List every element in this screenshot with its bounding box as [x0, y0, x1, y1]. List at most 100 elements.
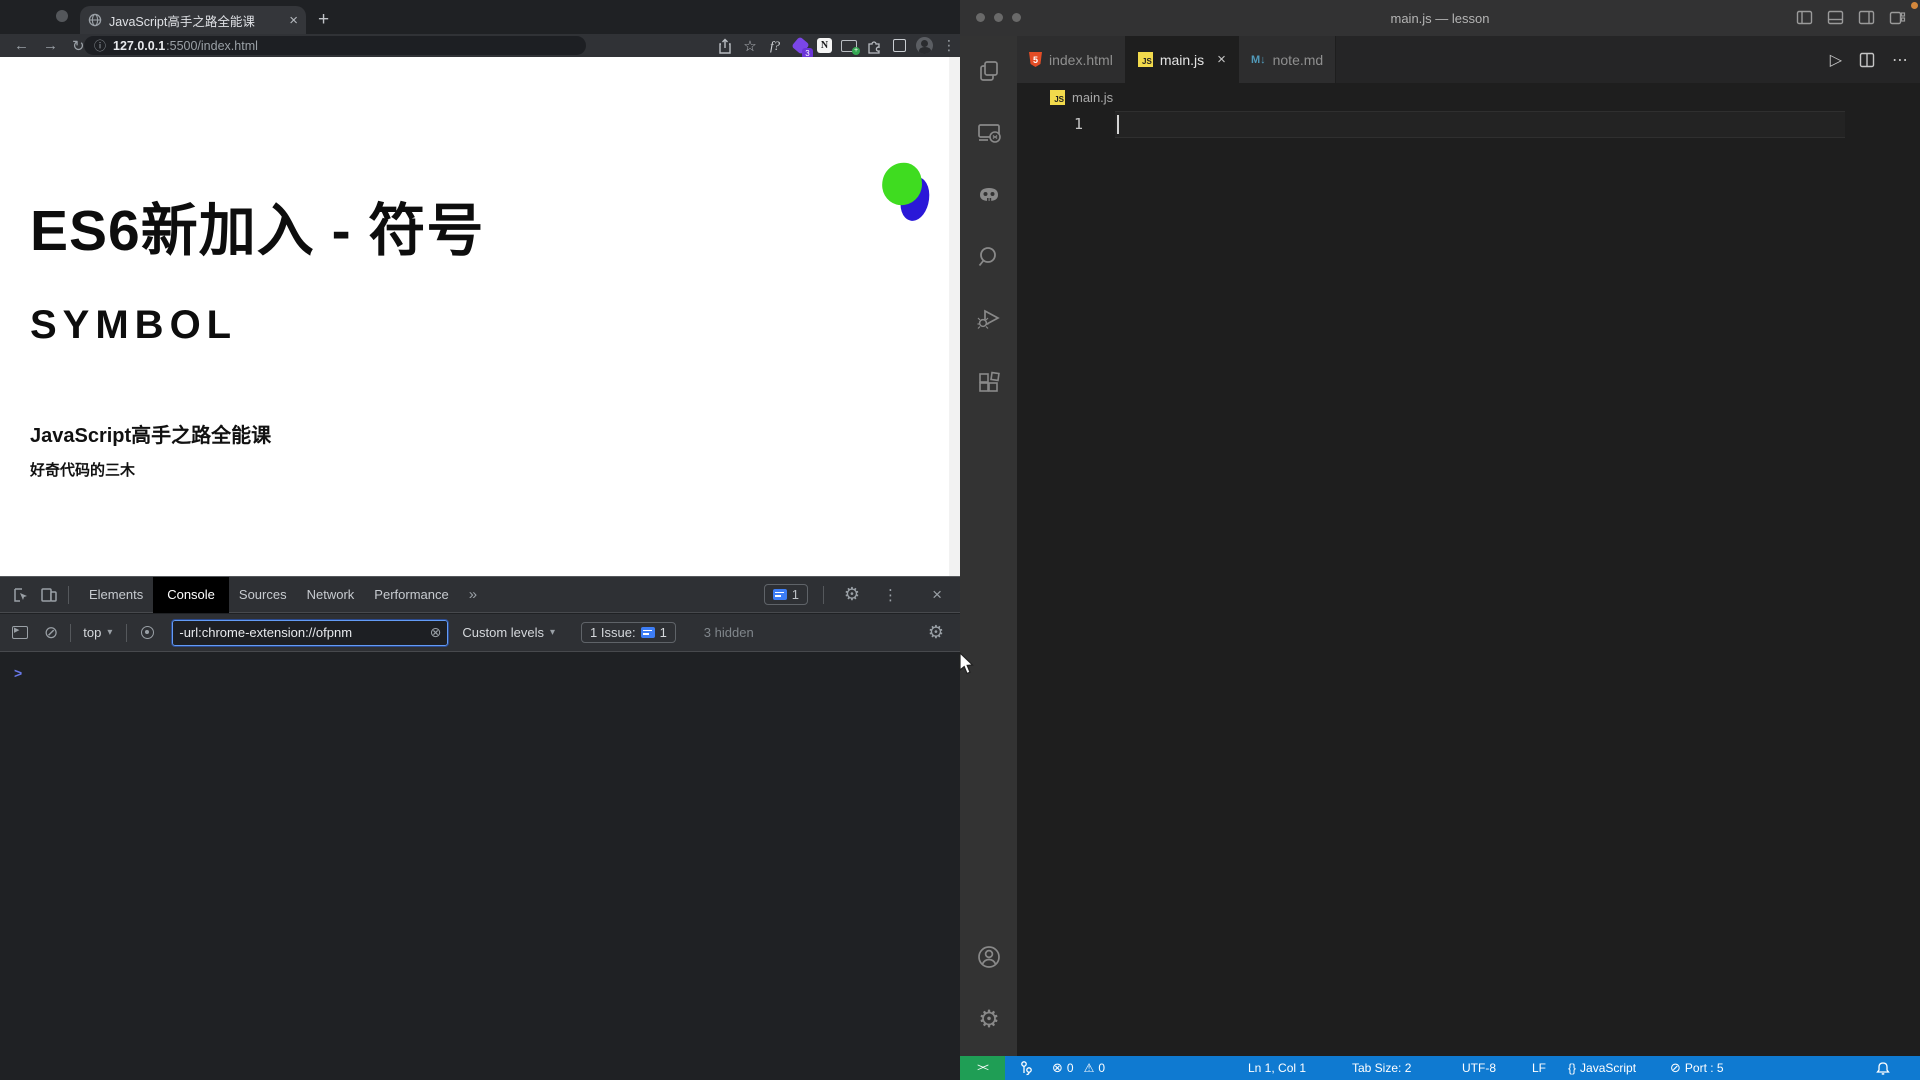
- remote-explorer-icon[interactable]: [976, 120, 1002, 146]
- share-icon[interactable]: [717, 38, 733, 54]
- divider: [126, 623, 128, 642]
- console-sidebar-icon[interactable]: [12, 626, 28, 639]
- log-levels-selector[interactable]: Custom levels ▾: [462, 625, 555, 640]
- console-filter-input[interactable]: -url:chrome-extension://ofpnm ⊗: [171, 618, 450, 647]
- reload-icon[interactable]: ↻: [72, 37, 85, 55]
- devtools-menu-kebab-icon[interactable]: ⋮: [883, 586, 898, 604]
- split-editor-icon[interactable]: [1859, 52, 1875, 68]
- explorer-icon[interactable]: [976, 58, 1002, 84]
- address-bar[interactable]: ⓘ 127.0.0.1 :5500/index.html: [84, 36, 586, 55]
- browser-tab[interactable]: JavaScript高手之路全能课 ×: [80, 6, 306, 34]
- tab-main-js[interactable]: JS main.js ×: [1125, 36, 1239, 83]
- extension-capture-icon[interactable]: +: [841, 38, 860, 55]
- issue-chip[interactable]: 1 Issue: 1: [581, 622, 676, 643]
- browser-tab-title: JavaScript高手之路全能课: [109, 14, 255, 29]
- square-shape: [892, 39, 906, 52]
- customize-layout-icon[interactable]: [1889, 9, 1906, 26]
- encoding[interactable]: UTF-8: [1462, 1056, 1496, 1080]
- issues-counter[interactable]: 1: [763, 584, 808, 605]
- console-output[interactable]: >: [0, 653, 960, 1080]
- ports-icon[interactable]: [1020, 1056, 1033, 1080]
- live-expression-eye-icon[interactable]: [141, 626, 155, 639]
- settings-gear-icon[interactable]: ⚙: [976, 1006, 1002, 1033]
- cursor-position[interactable]: Ln 1, Col 1: [1248, 1056, 1306, 1080]
- devtools-tab-performance[interactable]: Performance: [364, 577, 458, 613]
- code-editor[interactable]: 1: [1017, 111, 1920, 1056]
- breadcrumb-file[interactable]: main.js: [1072, 90, 1113, 105]
- toolbar-extensions: ☆ f? 3 N + ⋮: [717, 34, 956, 59]
- vscode-window-title: main.js — lesson: [1390, 10, 1490, 26]
- activity-bar: ⚙: [960, 36, 1017, 1056]
- notifications-bell-icon[interactable]: [1876, 1056, 1890, 1080]
- bookmark-star-icon[interactable]: ☆: [742, 38, 758, 55]
- back-icon[interactable]: ←: [14, 37, 29, 54]
- port-indicator[interactable]: ⊘ Port : 5: [1670, 1056, 1724, 1080]
- editor-actions: ▷ ⋯: [1830, 36, 1908, 83]
- line-number: 1: [1073, 115, 1083, 133]
- devtools-tab-elements[interactable]: Elements: [79, 577, 153, 613]
- devtools-tab-sources[interactable]: Sources: [229, 577, 297, 613]
- remote-indicator[interactable]: ><: [960, 1056, 1005, 1080]
- forward-icon[interactable]: →: [43, 37, 58, 54]
- copilot-chat-icon[interactable]: [976, 182, 1002, 208]
- tab-size[interactable]: Tab Size: 2: [1352, 1056, 1411, 1080]
- extensions-icon[interactable]: [976, 370, 1002, 396]
- web-page: ES6新加入 - 符号 SYMBOL JavaScript高手之路全能课 好奇代…: [0, 57, 960, 576]
- braces-icon: {}: [1568, 1061, 1577, 1075]
- site-info-icon[interactable]: ⓘ: [94, 37, 106, 54]
- context-selector[interactable]: top ▾: [83, 625, 112, 640]
- language-mode[interactable]: {} JavaScript: [1568, 1056, 1636, 1080]
- filter-value: -url:chrome-extension://ofpnm: [179, 625, 353, 640]
- warning-icon: ⚠: [1083, 1061, 1095, 1075]
- page-course-title: JavaScript高手之路全能课: [30, 425, 272, 447]
- new-tab-button[interactable]: +: [318, 8, 329, 32]
- devtools-tab-console[interactable]: Console: [153, 576, 229, 613]
- page-subheading: SYMBOL: [30, 303, 238, 347]
- status-bar: >< ⊗ 0 ⚠ 0 Ln 1, Col 1 Tab Size: 2 UTF-8…: [960, 1056, 1920, 1080]
- console-prompt-chevron[interactable]: >: [14, 665, 22, 681]
- editor-caret: [1117, 115, 1119, 134]
- toggle-secondary-sidebar-icon[interactable]: [1858, 9, 1875, 26]
- toggle-panel-icon[interactable]: [1827, 9, 1844, 26]
- console-settings-gear-icon[interactable]: ⚙: [928, 622, 944, 643]
- log-levels-value: Custom levels: [462, 625, 544, 640]
- browser-menu-kebab-icon[interactable]: ⋮: [942, 37, 956, 54]
- extension-square-icon[interactable]: [891, 38, 907, 54]
- devtools-close-icon[interactable]: ×: [932, 585, 942, 605]
- extensions-puzzle-icon[interactable]: [866, 38, 882, 54]
- extension-purple-icon[interactable]: 3: [790, 36, 813, 59]
- hidden-messages-label[interactable]: 3 hidden: [704, 625, 754, 640]
- tab-close-icon[interactable]: ×: [289, 12, 298, 29]
- profile-avatar[interactable]: [916, 37, 933, 54]
- run-file-icon[interactable]: ▷: [1830, 50, 1842, 70]
- console-toolbar: ⊘ top ▾ -url:chrome-extension://ofpnm ⊗ …: [0, 614, 960, 652]
- toggle-sidebar-icon[interactable]: [1796, 9, 1813, 26]
- extension-notion-icon[interactable]: N: [817, 38, 832, 53]
- js-file-icon: JS: [1050, 89, 1065, 105]
- devtools-tab-network[interactable]: Network: [297, 577, 365, 613]
- clear-filter-icon[interactable]: ⊗: [430, 624, 442, 641]
- divider: [823, 585, 824, 604]
- extension-fq-icon[interactable]: f?: [767, 38, 783, 54]
- more-tabs-icon[interactable]: »: [459, 577, 487, 613]
- clear-console-icon[interactable]: ⊘: [44, 623, 58, 643]
- device-toolbar-icon[interactable]: [40, 586, 58, 604]
- breadcrumb[interactable]: JS main.js: [1017, 83, 1920, 111]
- accounts-icon[interactable]: [976, 944, 1002, 970]
- inspect-element-icon[interactable]: [12, 586, 30, 604]
- tab-close-icon[interactable]: ×: [1217, 51, 1226, 68]
- search-icon[interactable]: [976, 244, 1002, 270]
- page-scrollbar[interactable]: [949, 57, 960, 576]
- vscode-title-bar: main.js — lesson: [960, 0, 1920, 36]
- traffic-light-close-icon[interactable]: [56, 10, 68, 22]
- problems-indicator[interactable]: ⊗ 0 ⚠ 0: [1052, 1056, 1105, 1080]
- issue-chip-label: 1 Issue:: [590, 625, 636, 640]
- chevron-down-icon: ▾: [550, 627, 556, 638]
- tab-note-md[interactable]: M↓ note.md: [1238, 36, 1337, 83]
- run-debug-icon[interactable]: [976, 306, 1002, 332]
- eol-indicator[interactable]: LF: [1532, 1056, 1546, 1080]
- editor-more-actions-icon[interactable]: ⋯: [1892, 50, 1908, 70]
- chevron-down-icon: ▾: [107, 627, 113, 638]
- tab-index-html[interactable]: 5 index.html: [1017, 36, 1126, 83]
- devtools-settings-gear-icon[interactable]: ⚙: [844, 584, 860, 605]
